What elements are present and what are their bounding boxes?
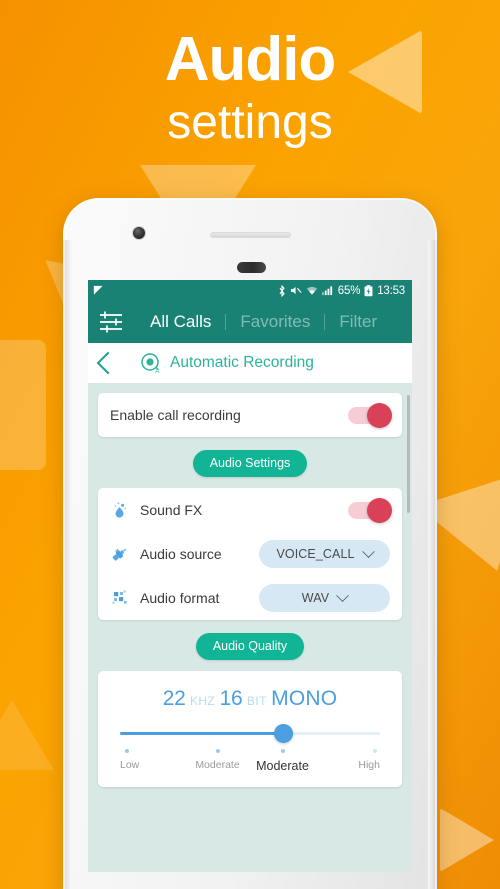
camera-lens-icon [132, 226, 146, 240]
audio-format-row[interactable]: Audio format WAV [98, 576, 402, 620]
auto-record-icon: A [140, 352, 162, 375]
sub-header: A Automatic Recording [88, 343, 412, 383]
tick-label: High [358, 759, 380, 771]
audio-format-label: Audio format [140, 590, 220, 606]
sound-fx-row[interactable]: Sound FX [98, 488, 402, 532]
wifi-icon [306, 285, 318, 296]
app-flag-icon [93, 285, 104, 296]
quality-tick-labels: Low Moderate Moderate High [120, 749, 380, 773]
decorative-triangle-bottom-left [0, 700, 54, 770]
bit-depth-value: 16 [219, 687, 243, 710]
audio-format-value: WAV [301, 591, 330, 605]
quality-tick-moderate-1[interactable]: Moderate [185, 749, 250, 773]
quality-slider[interactable] [120, 724, 380, 743]
audio-source-label: Audio source [140, 546, 222, 562]
sample-rate-unit: KHZ [189, 694, 216, 708]
sound-fx-toggle[interactable] [348, 497, 392, 523]
audio-settings-chip: Audio Settings [192, 450, 308, 477]
channel-mode-value: MONO [271, 687, 338, 710]
bluetooth-icon [278, 284, 286, 297]
tick-label: Moderate [195, 759, 240, 771]
page-title: Automatic Recording [170, 354, 314, 371]
tick-label: Low [120, 759, 140, 771]
audio-source-plug-icon [110, 544, 130, 564]
quality-tick-low[interactable]: Low [120, 749, 185, 773]
headline-primary: Audio [164, 25, 337, 94]
sample-rate-value: 22 [162, 687, 186, 710]
audio-quality-card: 22 KHZ 16 BIT MONO Low Moderate Moderate… [98, 671, 402, 787]
phone-mockup: 65% 13:53 All Calls Favorites Filter A A… [63, 198, 437, 889]
toggle-knob [367, 402, 392, 428]
phone-edge-right [428, 240, 437, 889]
enable-recording-toggle[interactable] [348, 402, 392, 428]
tab-favorites[interactable]: Favorites [226, 312, 324, 332]
back-chevron-icon[interactable] [96, 351, 120, 375]
volume-muted-icon [290, 285, 302, 296]
quality-readout: 22 KHZ 16 BIT MONO [114, 687, 386, 711]
bit-depth-unit: BIT [246, 694, 267, 708]
enable-recording-row[interactable]: Enable call recording [98, 393, 402, 437]
sound-fx-label: Sound FX [140, 502, 203, 518]
audio-source-dropdown[interactable]: VOICE_CALL [259, 540, 390, 568]
scrollbar-thumb[interactable] [407, 395, 410, 513]
tab-bar: All Calls Favorites Filter [88, 301, 412, 343]
slider-thumb[interactable] [274, 724, 294, 743]
proximity-sensor-icon [237, 262, 266, 273]
chevron-down-icon [361, 544, 375, 558]
tick-dot [125, 749, 129, 753]
cellular-signal-icon [321, 285, 334, 296]
audio-settings-card: Sound FX Audio source VOICE_CALL Audio f… [98, 488, 402, 620]
sound-fx-droplet-icon [110, 500, 130, 520]
svg-text:A: A [155, 369, 159, 374]
audio-format-blocks-icon [110, 588, 130, 608]
battery-charging-icon [364, 284, 373, 297]
settings-scroll-area[interactable]: Enable call recording Audio Settings Sou… [88, 393, 412, 872]
chevron-down-icon [336, 588, 350, 602]
scroll-bottom-padding [98, 787, 402, 827]
audio-quality-chip-wrap: Audio Quality [98, 633, 402, 660]
tick-dot [280, 749, 285, 753]
tab-all-calls[interactable]: All Calls [136, 312, 225, 332]
tab-filter[interactable]: Filter [325, 312, 391, 332]
headline-secondary: settings [167, 96, 333, 150]
tick-dot [373, 749, 377, 753]
decorative-rectangle-left [0, 340, 46, 470]
quality-tick-moderate-2[interactable]: Moderate [250, 749, 315, 773]
audio-settings-chip-wrap: Audio Settings [98, 450, 402, 477]
phone-screen: 65% 13:53 All Calls Favorites Filter A A… [88, 280, 412, 872]
status-clock: 13:53 [377, 284, 405, 297]
tick-dot [215, 749, 220, 753]
audio-quality-chip: Audio Quality [195, 633, 305, 660]
battery-percent-label: 65% [337, 284, 361, 297]
sliders-filter-icon[interactable] [98, 311, 124, 333]
audio-source-row[interactable]: Audio source VOICE_CALL [98, 532, 402, 576]
tick-label-selected: Moderate [256, 759, 309, 773]
enable-recording-card: Enable call recording [98, 393, 402, 437]
decorative-triangle-right-lower [440, 808, 494, 872]
phone-edge-left [63, 240, 72, 889]
slider-fill [120, 732, 284, 735]
audio-source-value: VOICE_CALL [276, 547, 355, 561]
audio-format-dropdown[interactable]: WAV [259, 584, 390, 612]
poster-canvas: Audio settings 65% 13:53 All Calls Favor… [0, 0, 500, 889]
earpiece-speaker-icon [210, 232, 291, 238]
enable-recording-label: Enable call recording [110, 407, 241, 423]
status-bar: 65% 13:53 [88, 280, 412, 301]
toggle-knob [367, 497, 392, 523]
quality-tick-high[interactable]: High [315, 749, 380, 773]
poster-headline: Audio settings [0, 28, 500, 153]
